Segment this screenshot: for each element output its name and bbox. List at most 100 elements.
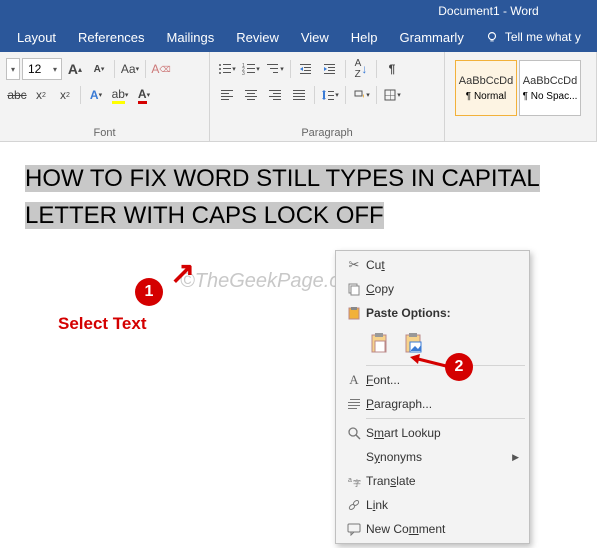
subscript-button[interactable]: x2	[30, 84, 52, 106]
align-justify-icon	[292, 88, 306, 102]
ctx-font[interactable]: A Font...	[338, 368, 527, 392]
tell-me-label: Tell me what y	[505, 30, 581, 44]
separator	[345, 86, 346, 104]
shading-button[interactable]: ▾	[350, 84, 372, 106]
selected-text[interactable]: HOW TO FIX WORD STILL TYPES IN CAPITAL L…	[25, 165, 540, 229]
tab-help[interactable]: Help	[340, 22, 389, 52]
tab-review[interactable]: Review	[225, 22, 290, 52]
bullets-button[interactable]: ▾	[216, 58, 238, 80]
ctx-paste-options-header: Paste Options:	[338, 301, 527, 325]
ctx-new-comment[interactable]: New Comment	[338, 517, 527, 541]
change-case-button[interactable]: Aa▾	[119, 58, 141, 80]
svg-text:字: 字	[353, 478, 361, 488]
line-spacing-button[interactable]: ▾	[319, 84, 341, 106]
ctx-smart-lookup[interactable]: Smart Lookup	[338, 421, 527, 445]
annotation-text-1: Select Text	[58, 314, 147, 334]
font-color-button[interactable]: A▾	[133, 84, 155, 106]
style-preview: AaBbCcDd	[459, 75, 513, 91]
style-normal[interactable]: AaBbCcDd ¶ Normal	[455, 60, 517, 116]
font-group-label: Font	[6, 125, 203, 141]
ctx-copy[interactable]: Copy	[338, 277, 527, 301]
ctx-link[interactable]: Link	[338, 493, 527, 517]
ctx-paragraph[interactable]: Paragraph...	[338, 392, 527, 416]
ctx-separator	[366, 418, 525, 419]
font-family-combo[interactable]: ▾	[6, 58, 20, 80]
line-spacing-icon	[321, 88, 335, 102]
clear-formatting-button[interactable]: A⌫	[150, 58, 172, 80]
ctx-synonyms[interactable]: Synonyms ▶	[338, 445, 527, 469]
ctx-translate[interactable]: a字 Translate	[338, 469, 527, 493]
align-left-icon	[220, 88, 234, 102]
grow-font-button[interactable]: A▴	[64, 58, 86, 80]
ctx-copy-label: Copy	[366, 282, 394, 296]
separator	[314, 86, 315, 104]
style-name: ¶ Normal	[466, 91, 506, 102]
ribbon-tabs: Layout References Mailings Review View H…	[0, 22, 597, 52]
separator	[290, 60, 291, 78]
chevron-right-icon: ▶	[512, 452, 519, 463]
ctx-new-comment-label: New Comment	[366, 522, 445, 536]
align-center-button[interactable]	[240, 84, 262, 106]
translate-icon: a字	[342, 474, 366, 488]
tell-me-search[interactable]: Tell me what y	[485, 30, 581, 44]
ctx-cut[interactable]: ✂ Cut	[338, 253, 527, 277]
highlight-color-button[interactable]: ab▾	[109, 84, 131, 106]
document-area[interactable]: HOW TO FIX WORD STILL TYPES IN CAPITAL L…	[25, 160, 587, 234]
paragraph-group-label: Paragraph	[216, 125, 438, 141]
tab-grammarly[interactable]: Grammarly	[389, 22, 475, 52]
ctx-paragraph-label: Paragraph...	[366, 397, 432, 411]
link-icon	[342, 498, 366, 512]
cut-icon: ✂	[342, 257, 366, 273]
annotation-arrow-1: ↗	[170, 256, 195, 291]
tab-mailings[interactable]: Mailings	[156, 22, 226, 52]
align-right-icon	[268, 88, 282, 102]
separator	[80, 86, 81, 104]
align-justify-button[interactable]	[288, 84, 310, 106]
numbering-icon: 123	[242, 62, 256, 76]
ribbon: ▾ 12▾ A▴ A▾ Aa▾ A⌫ abc x2 x2 A▾ ab▾ A▾ F…	[0, 52, 597, 142]
bucket-icon	[352, 88, 366, 102]
annotation-arrow-2	[408, 352, 448, 370]
window-title: Document1 - Word	[438, 4, 538, 18]
annotation-badge-2: 2	[445, 353, 473, 381]
search-icon	[342, 426, 366, 440]
tab-view[interactable]: View	[290, 22, 340, 52]
align-left-button[interactable]	[216, 84, 238, 106]
tab-layout[interactable]: Layout	[6, 22, 67, 52]
strikethrough-button[interactable]: abc	[6, 84, 28, 106]
paragraph-group: ▾ 123▾ ▾ AZ↓ ¶ ▾ ▾ ▾	[210, 52, 445, 141]
ctx-smart-lookup-label: Smart Lookup	[366, 426, 441, 440]
text-effects-button[interactable]: A▾	[85, 84, 107, 106]
svg-text:a: a	[348, 477, 352, 484]
multilevel-list-button[interactable]: ▾	[264, 58, 286, 80]
borders-button[interactable]: ▾	[381, 84, 403, 106]
separator	[145, 60, 146, 78]
sort-button[interactable]: AZ↓	[350, 58, 372, 80]
annotation-badge-1: 1	[135, 278, 163, 306]
lightbulb-icon	[485, 30, 499, 44]
clipboard-source-icon	[370, 332, 390, 354]
separator	[345, 60, 346, 78]
tab-references[interactable]: References	[67, 22, 155, 52]
separator	[376, 60, 377, 78]
separator	[376, 86, 377, 104]
style-no-spacing[interactable]: AaBbCcDd ¶ No Spac...	[519, 60, 581, 116]
ctx-cut-label: Cut	[366, 258, 385, 272]
indent-icon	[323, 62, 337, 76]
multilevel-icon	[266, 62, 280, 76]
copy-icon	[342, 282, 366, 296]
numbering-button[interactable]: 123▾	[240, 58, 262, 80]
comment-icon	[342, 522, 366, 536]
increase-indent-button[interactable]	[319, 58, 341, 80]
show-hide-button[interactable]: ¶	[381, 58, 403, 80]
font-size-combo[interactable]: 12▾	[22, 58, 62, 80]
superscript-button[interactable]: x2	[54, 84, 76, 106]
shrink-font-button[interactable]: A▾	[88, 58, 110, 80]
paste-keep-source-button[interactable]	[366, 329, 394, 357]
paste-icon	[342, 306, 366, 320]
clipboard-picture-icon	[404, 332, 424, 354]
font-letter-icon: A	[342, 372, 366, 388]
align-right-button[interactable]	[264, 84, 286, 106]
decrease-indent-button[interactable]	[295, 58, 317, 80]
border-icon	[383, 88, 397, 102]
